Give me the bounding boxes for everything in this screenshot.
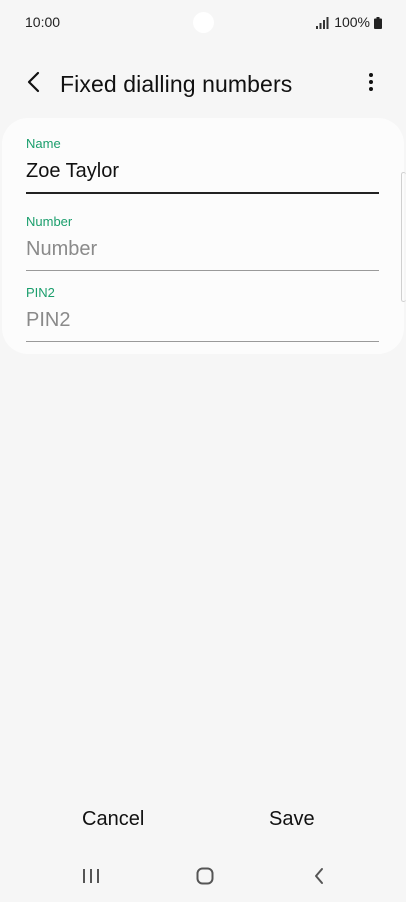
name-underline (26, 192, 379, 194)
battery-percent: 100% (334, 14, 370, 30)
nav-back-button[interactable] (304, 866, 334, 890)
pin2-input[interactable] (26, 307, 379, 333)
recents-icon (82, 868, 100, 889)
scrollbar[interactable] (401, 172, 406, 302)
name-label: Name (26, 136, 61, 151)
number-field: Number (26, 214, 379, 271)
status-indicators: 100% (316, 14, 382, 30)
app-header: Fixed dialling numbers (0, 60, 406, 110)
pin2-label: PIN2 (26, 285, 55, 300)
form-card: Name Number PIN2 (2, 118, 404, 354)
signal-icon (316, 16, 330, 29)
back-icon (313, 867, 325, 890)
name-field: Name (26, 136, 379, 194)
more-vertical-icon (368, 72, 374, 97)
navigation-bar (0, 858, 406, 898)
number-underline (26, 270, 379, 271)
status-time: 10:00 (25, 14, 61, 30)
battery-icon (374, 16, 382, 29)
save-button[interactable]: Save (269, 808, 315, 831)
home-icon (196, 867, 214, 890)
recents-button[interactable] (76, 866, 106, 890)
status-bar: 10:00 100% (0, 0, 406, 44)
name-input[interactable] (26, 158, 379, 184)
cancel-button[interactable]: Cancel (82, 808, 144, 831)
chevron-left-icon (26, 71, 42, 98)
home-button[interactable] (190, 866, 220, 890)
screen: 10:00 100% Fixed dialling numbers Name Z… (0, 0, 406, 902)
number-label: Number (26, 214, 73, 229)
camera-cutout (193, 12, 214, 33)
number-input[interactable] (26, 236, 379, 262)
more-options-button[interactable] (356, 68, 386, 100)
pin2-field: PIN2 (26, 285, 379, 342)
bottom-actions: Cancel Save (0, 800, 406, 844)
pin2-underline (26, 341, 379, 342)
back-button[interactable] (18, 68, 50, 100)
page-title: Fixed dialling numbers (60, 71, 293, 97)
